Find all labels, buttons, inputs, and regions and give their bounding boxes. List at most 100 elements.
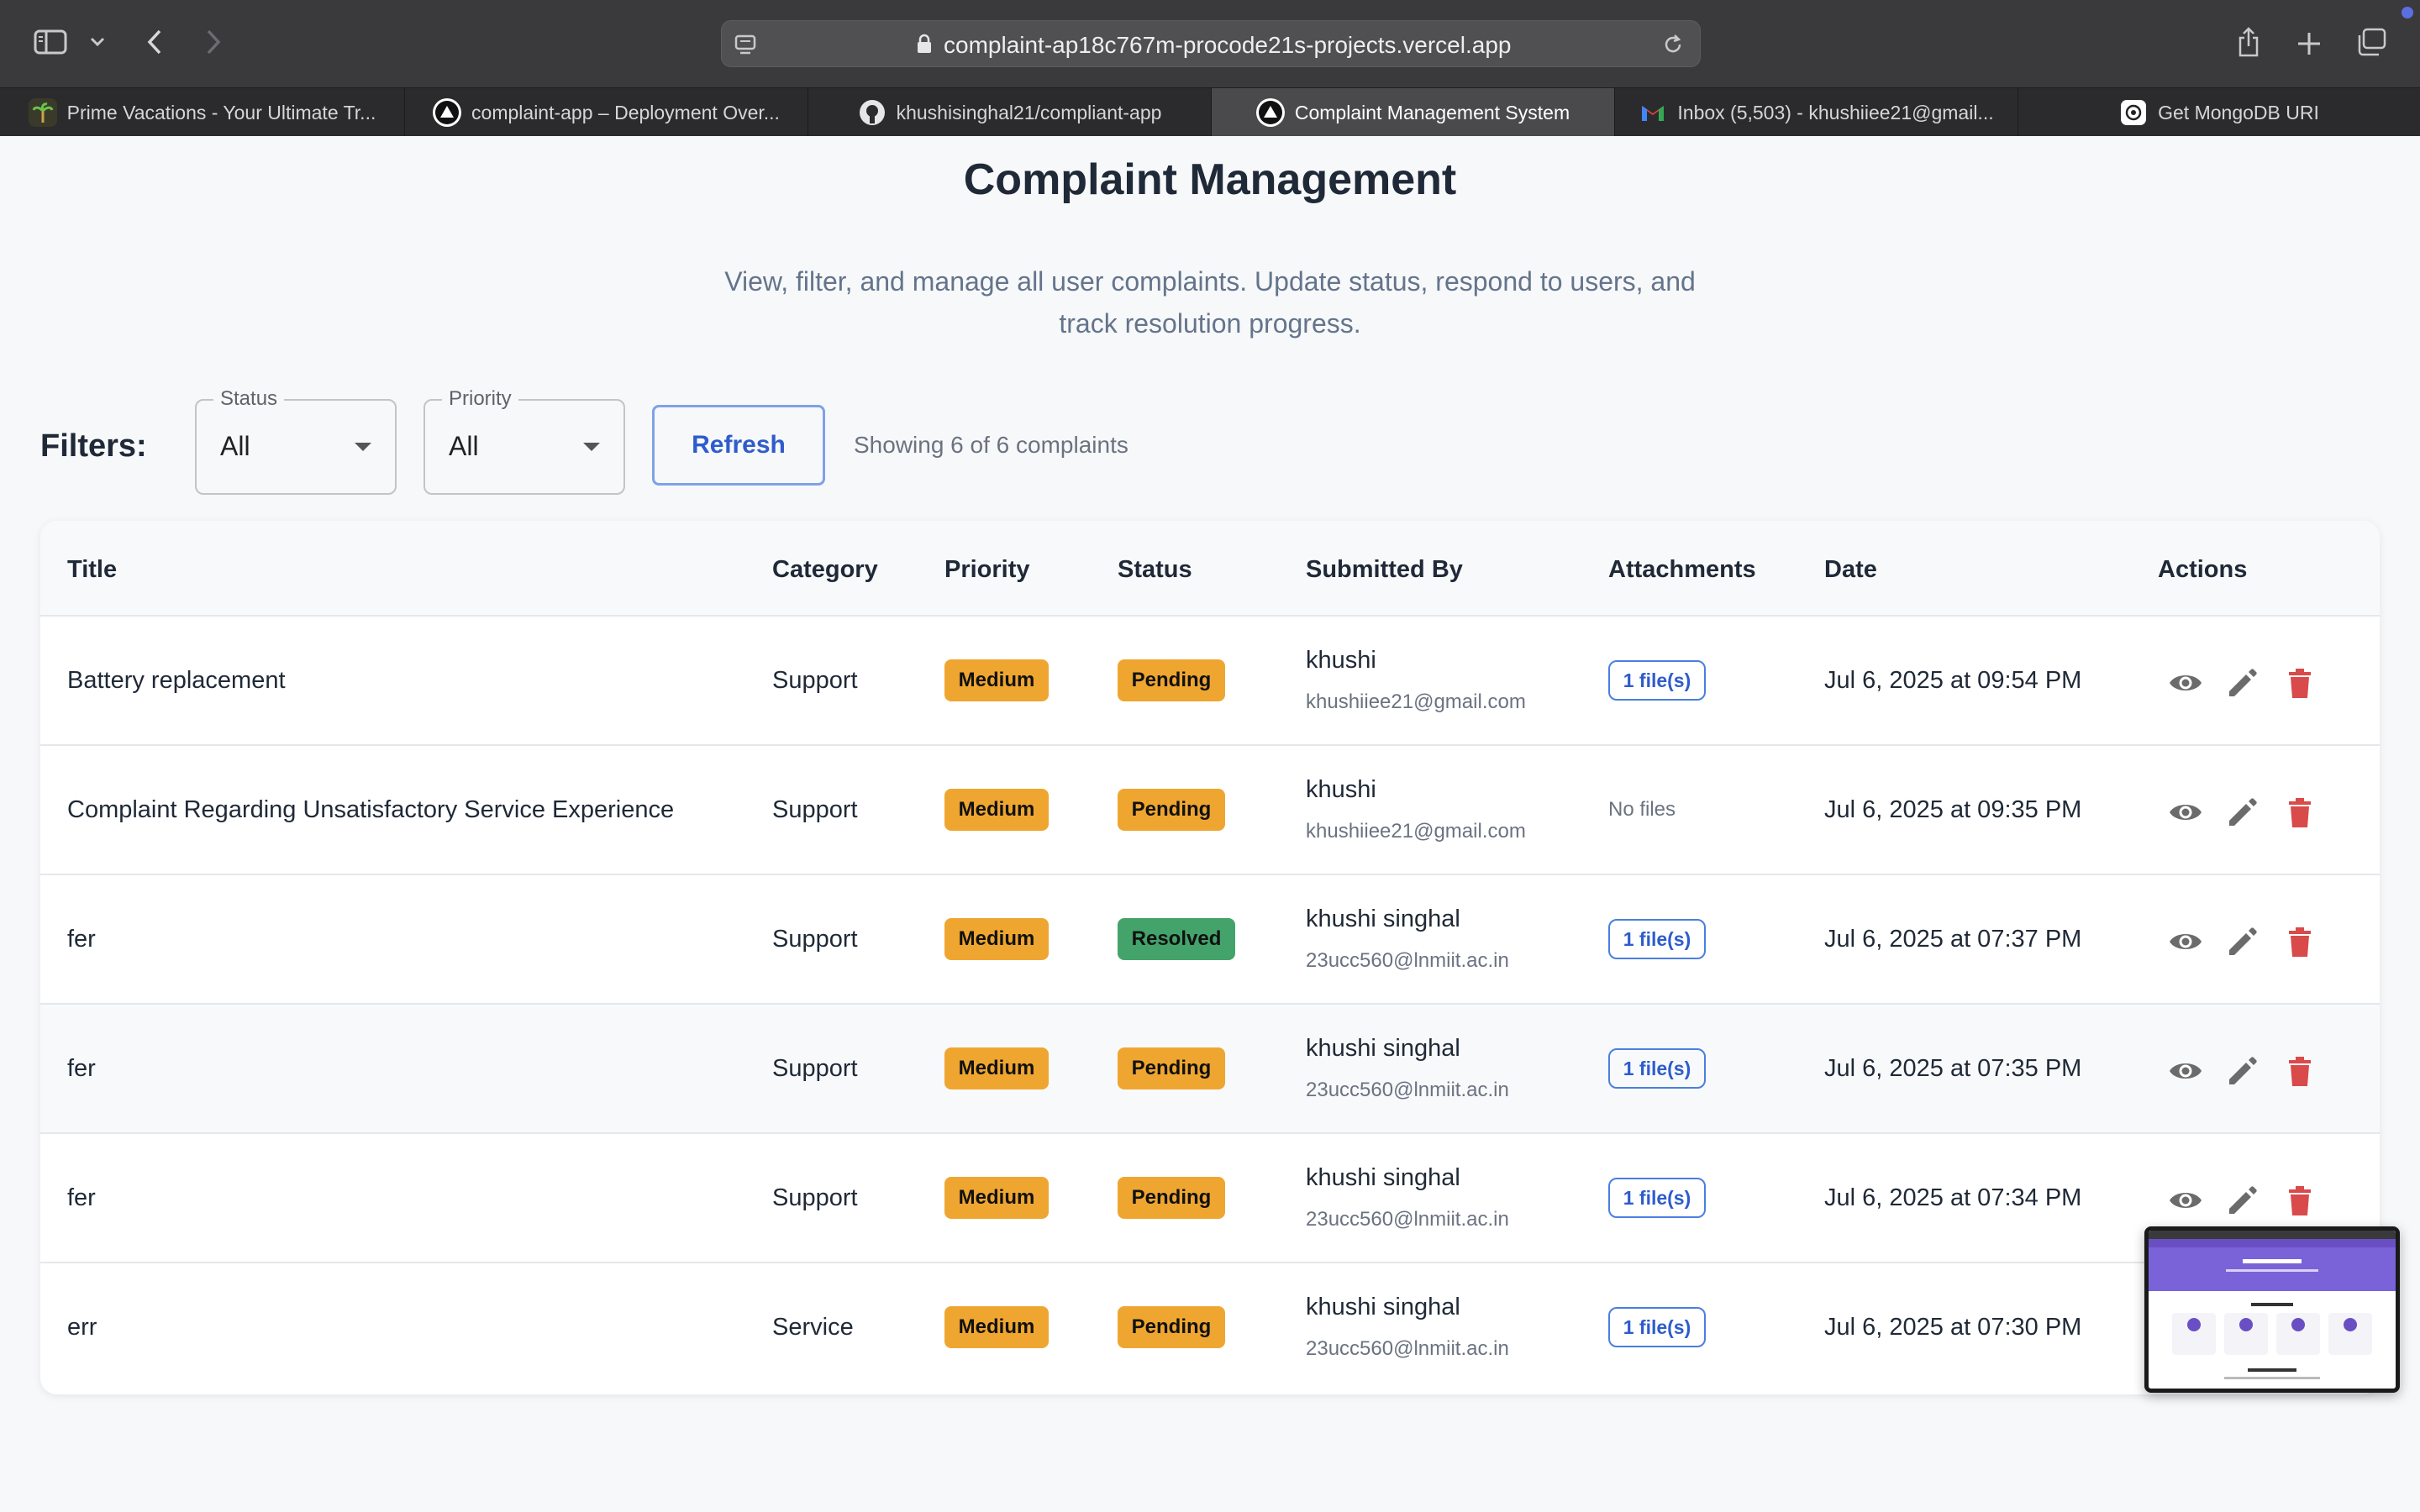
submitter-name: khushi: [1306, 647, 1376, 674]
column-header-submitted-by[interactable]: Submitted By: [1306, 556, 1463, 584]
column-header-category[interactable]: Category: [772, 556, 878, 584]
status-filter-value: All: [220, 431, 250, 461]
attachments-badge[interactable]: 1 file(s): [1608, 1307, 1706, 1347]
priority-badge: Medium: [944, 789, 1049, 831]
no-attachments-text: No files: [1608, 798, 1676, 821]
dropdown-arrow-icon: [583, 443, 600, 451]
attachments-badge[interactable]: 1 file(s): [1608, 919, 1706, 959]
complaint-category: Support: [772, 667, 858, 694]
column-header-actions: Actions: [2158, 556, 2248, 583]
table-row[interactable]: err Service Medium Pending khushi singha…: [40, 1263, 2380, 1393]
eye-icon[interactable]: [2168, 1053, 2203, 1089]
complaint-date: Jul 6, 2025 at 09:54 PM: [1824, 667, 2082, 694]
screenshot-thumbnail[interactable]: [2144, 1226, 2400, 1393]
priority-filter-value: All: [449, 431, 479, 461]
page-settings-icon[interactable]: [734, 33, 757, 56]
address-bar[interactable]: complaint-ap18c767m-procode21s-projects.…: [721, 20, 1701, 67]
status-badge: Pending: [1118, 659, 1225, 701]
priority-badge: Medium: [944, 918, 1049, 960]
table-row[interactable]: fer Support Medium Pending khushi singha…: [40, 1134, 2380, 1263]
table-row[interactable]: fer Support Medium Pending khushi singha…: [40, 1005, 2380, 1134]
table-header: Title Category Priority Status Submitted…: [40, 521, 2380, 617]
tab-complaint-management[interactable]: Complaint Management System: [1212, 88, 1615, 137]
tab-label: Prime Vacations - Your Ultimate Tr...: [66, 101, 376, 123]
submitter-email: 23ucc560@lnmiit.ac.in: [1306, 1337, 1509, 1360]
table-row[interactable]: fer Support Medium Resolved khushi singh…: [40, 875, 2380, 1005]
share-icon[interactable]: [2232, 25, 2265, 59]
pencil-icon[interactable]: [2225, 1183, 2260, 1218]
dropdown-arrow-icon: [355, 443, 371, 451]
page-title: Complaint Management: [963, 155, 1457, 204]
submitter-name: khushi singhal: [1306, 1294, 1460, 1320]
tab-label: Complaint Management System: [1294, 101, 1570, 123]
tab-prime-vacations[interactable]: Prime Vacations - Your Ultimate Tr...: [0, 88, 405, 137]
filters-label: Filters:: [40, 428, 147, 464]
forward-icon[interactable]: [198, 27, 229, 57]
submitter-email: khushiiee21@gmail.com: [1306, 690, 1526, 713]
tab-mongodb[interactable]: Get MongoDB URI: [2018, 88, 2420, 137]
tab-gmail[interactable]: Inbox (5,503) - khushiiee21@gmail...: [1615, 88, 2018, 137]
attachments-badge[interactable]: 1 file(s): [1608, 1178, 1706, 1218]
attachments-badge[interactable]: 1 file(s): [1608, 1048, 1706, 1089]
tab-label: khushisinghal21/compliant-app: [896, 101, 1162, 123]
table-row[interactable]: Complaint Regarding Unsatisfactory Servi…: [40, 746, 2380, 875]
page-subtitle: View, filter, and manage all user compla…: [724, 266, 1696, 339]
complaint-category: Support: [772, 796, 858, 823]
new-tab-icon[interactable]: [2292, 27, 2326, 60]
complaint-category: Support: [772, 926, 858, 953]
status-badge: Pending: [1118, 1306, 1225, 1348]
status-badge: Pending: [1118, 789, 1225, 831]
pencil-icon[interactable]: [2225, 1053, 2260, 1089]
status-filter-select[interactable]: Status All: [195, 387, 397, 495]
refresh-button[interactable]: Refresh: [652, 405, 825, 486]
complaint-count: Showing 6 of 6 complaints: [854, 432, 1128, 458]
trash-icon[interactable]: [2282, 665, 2317, 701]
tab-github[interactable]: khushisinghal21/compliant-app: [808, 88, 1212, 137]
url-text: complaint-ap18c767m-procode21s-projects.…: [944, 32, 1512, 58]
status-filter-label: Status: [213, 387, 285, 411]
lock-icon: [918, 34, 931, 53]
complaint-date: Jul 6, 2025 at 09:35 PM: [1824, 796, 2082, 823]
eye-icon[interactable]: [2168, 665, 2203, 701]
github-logo-icon: [858, 98, 886, 127]
priority-badge: Medium: [944, 1047, 1049, 1089]
eye-icon[interactable]: [2168, 1183, 2203, 1218]
trash-icon[interactable]: [2282, 924, 2317, 959]
complaint-title: Complaint Regarding Unsatisfactory Servi…: [67, 796, 675, 823]
submitter-name: khushi singhal: [1306, 1164, 1460, 1191]
attachments-badge[interactable]: 1 file(s): [1608, 660, 1706, 701]
column-header-attachments[interactable]: Attachments: [1608, 556, 1756, 584]
reload-icon[interactable]: [1661, 33, 1685, 56]
column-header-date[interactable]: Date: [1824, 556, 1877, 584]
pencil-icon[interactable]: [2225, 924, 2260, 959]
column-header-status[interactable]: Status: [1118, 556, 1192, 584]
trash-icon[interactable]: [2282, 1183, 2317, 1218]
complaint-category: Support: [772, 1184, 858, 1211]
eye-icon[interactable]: [2168, 795, 2203, 830]
back-icon[interactable]: [139, 27, 170, 57]
priority-filter-select[interactable]: Priority All: [424, 387, 625, 495]
complaint-title: Battery replacement: [67, 667, 286, 694]
tab-deployment[interactable]: complaint-app – Deployment Over...: [405, 88, 808, 137]
table-row[interactable]: Battery replacement Support Medium Pendi…: [40, 617, 2380, 746]
column-header-priority[interactable]: Priority: [944, 556, 1030, 584]
pencil-icon[interactable]: [2225, 795, 2260, 830]
complaint-title: err: [67, 1314, 97, 1341]
tab-label: Inbox (5,503) - khushiiee21@gmail...: [1677, 101, 1994, 123]
submitter-name: khushi singhal: [1306, 1035, 1460, 1062]
pencil-icon[interactable]: [2225, 665, 2260, 701]
thumbnail-image: [2149, 1231, 2396, 1389]
complaint-date: Jul 6, 2025 at 07:30 PM: [1824, 1314, 2082, 1341]
tab-overview-icon[interactable]: [2353, 25, 2390, 59]
tab-label: complaint-app – Deployment Over...: [471, 101, 780, 123]
complaint-date: Jul 6, 2025 at 07:34 PM: [1824, 1184, 2082, 1211]
eye-icon[interactable]: [2168, 924, 2203, 959]
column-header-title[interactable]: Title: [67, 556, 117, 584]
complaint-date: Jul 6, 2025 at 07:37 PM: [1824, 926, 2082, 953]
submitter-email: 23ucc560@lnmiit.ac.in: [1306, 949, 1509, 972]
chevron-down-icon[interactable]: [87, 32, 108, 52]
trash-icon[interactable]: [2282, 1053, 2317, 1089]
sidebar-toggle-icon[interactable]: [32, 27, 69, 57]
status-badge: Pending: [1118, 1047, 1225, 1089]
trash-icon[interactable]: [2282, 795, 2317, 830]
